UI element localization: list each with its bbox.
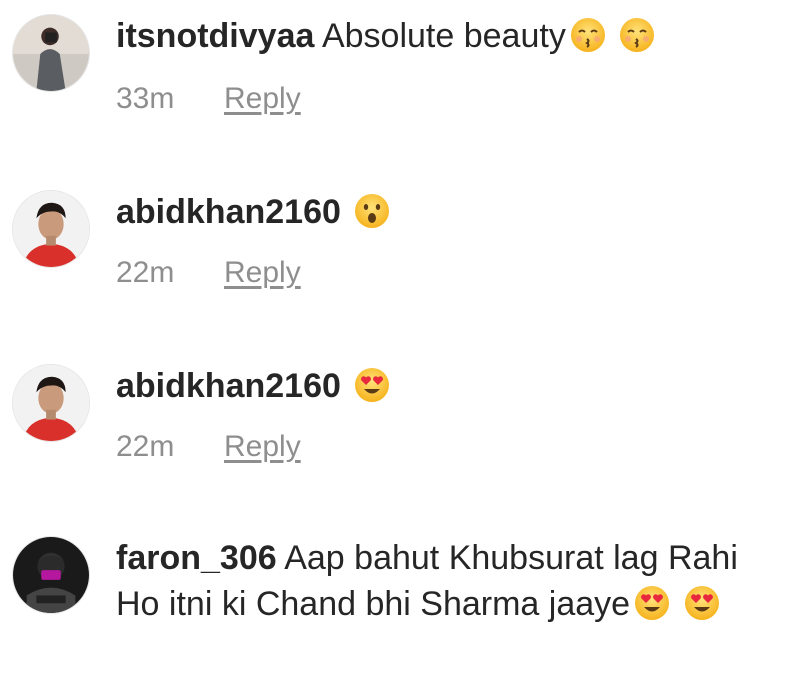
avatar-image-icon [13,537,89,613]
heart-eyes-icon [684,585,720,621]
comment-body: Absolute beauty [321,17,566,55]
comment-timestamp: 22m [116,430,175,463]
kissing-face-icon [570,17,606,53]
avatar-image-icon [13,15,89,91]
heart-eyes-icon [634,585,670,621]
reply-button[interactable]: Reply [224,256,301,289]
comment-meta: 33m Reply [116,82,301,116]
avatar[interactable] [12,536,90,614]
comment-text: abidkhan2160 [116,363,766,409]
comment-username[interactable]: itsnotdivyaa [116,17,314,55]
comment-username[interactable]: abidkhan2160 [116,367,341,405]
comment-text: faron_306 Aap bahut Khubsurat lag Rahi H… [116,535,766,627]
avatar[interactable] [12,14,90,92]
comment-username[interactable]: faron_306 [116,539,277,577]
comment-meta: 22m Reply [116,256,301,290]
comment-text: itsnotdivyaa Absolute beauty [116,13,766,59]
avatar-image-icon [13,365,89,441]
reply-button[interactable]: Reply [224,82,301,115]
surprised-face-icon [354,193,390,229]
heart-eyes-icon [354,367,390,403]
avatar[interactable] [12,364,90,442]
kissing-face-icon [619,17,655,53]
comment-username[interactable]: abidkhan2160 [116,193,341,231]
comment-meta: 22m Reply [116,430,301,464]
comment-timestamp: 22m [116,256,175,289]
reply-button[interactable]: Reply [224,430,301,463]
comment-text: abidkhan2160 [116,189,766,235]
avatar[interactable] [12,190,90,268]
comment-timestamp: 33m [116,82,175,115]
avatar-image-icon [13,191,89,267]
